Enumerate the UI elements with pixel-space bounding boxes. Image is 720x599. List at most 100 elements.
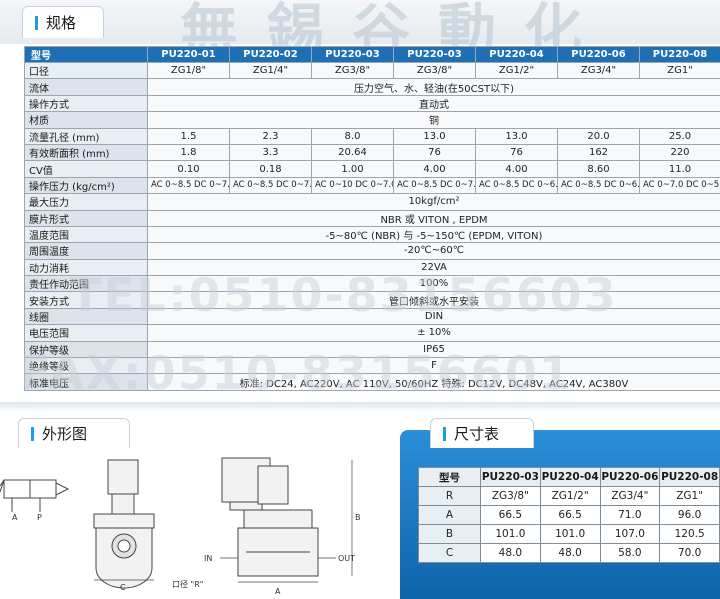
cell-value: 48.0 [480, 543, 541, 563]
cell-value: 13.0 [393, 127, 476, 145]
cell-value: 58.0 [599, 543, 661, 563]
row-label: 标准电压 [24, 373, 148, 391]
tab-spec: 规格 [22, 6, 104, 38]
row-label: C [418, 543, 481, 563]
cell-value: ZG1/2" [475, 61, 558, 80]
table-row: 线圈 DIN [24, 307, 720, 326]
cell-value: 0.18 [229, 160, 312, 178]
spec-header-model: PU220-03 [311, 46, 394, 63]
cell-value: 96.0 [659, 505, 720, 525]
table-row: 膜片形式 NBR 或 VITON , EPDM [24, 209, 720, 227]
dimension-table: 型号 PU220-03 PU220-04 PU220-06 PU220-08 R ZG3/8… [418, 467, 720, 563]
cell-value-span: 标准: DC24, AC220V, AC 110V, 50/60HZ 特殊: D… [147, 373, 720, 391]
cell-value: 120.5 [659, 524, 720, 544]
row-label: 膜片形式 [24, 209, 148, 227]
cell-value: 101.0 [539, 524, 601, 544]
spec-header-model: PU220-04 [475, 46, 558, 63]
row-label: 口径 [24, 61, 148, 80]
cell-value-span: 管口倾斜或水平安装 [147, 291, 720, 309]
spec-table: 型号 PU220-01 PU220-02 PU220-03 PU220-03 PU220-… [24, 46, 720, 391]
table-row: 有效断面积 (mm) 1.8 3.3 20.64 76 76 162 220 [24, 143, 720, 162]
spec-header-model: PU220-01 [147, 46, 230, 63]
tab-accent-bar [31, 426, 34, 441]
cell-value: 70.0 [659, 543, 720, 563]
spec-header-model: PU220-02 [229, 46, 312, 63]
section-divider [0, 402, 720, 412]
row-label: CV值 [24, 160, 148, 178]
cell-value: ZG1/4" [229, 61, 312, 80]
row-label: 温度范围 [24, 225, 148, 244]
cell-value-span: 铜 [147, 111, 720, 129]
cell-value: 20.64 [311, 143, 394, 162]
cell-value: ZG1/8" [147, 61, 230, 80]
cell-value: 4.00 [393, 160, 476, 178]
cell-value: 8.0 [311, 127, 394, 145]
cell-value: 13.0 [475, 127, 558, 145]
table-row: B 101.0 101.0 107.0 120.5 [418, 524, 720, 544]
cell-value: 162 [557, 143, 640, 162]
cell-value: 1.00 [311, 160, 394, 178]
row-label: 线圈 [24, 307, 148, 326]
cell-value: 1.8 [147, 143, 230, 162]
in-label: IN [204, 554, 212, 563]
row-label: 保护等级 [24, 340, 148, 359]
cell-value: 66.5 [480, 505, 541, 525]
cell-value: 25.0 [639, 127, 720, 145]
row-label: R [418, 486, 481, 506]
table-row: 周围温度 -20℃~60℃ [24, 242, 720, 260]
cell-value: ZG1/2" [539, 486, 601, 506]
dim-label-c: C [120, 583, 126, 592]
spec-header-model: PU220-06 [557, 46, 640, 63]
dim-header-row: 型号 PU220-03 PU220-04 PU220-06 PU220-08 [418, 467, 720, 487]
cell-value-span: 压力空气、水、轻油(在50CST以下) [147, 78, 720, 96]
valve-symbol [0, 479, 70, 512]
dim-header-model: PU220-08 [659, 467, 720, 487]
cell-value: 220 [639, 143, 720, 162]
cell-value: AC 0~8.5 DC 0~6.0 [475, 176, 558, 195]
table-row: 流量孔径 (mm) 1.5 2.3 8.0 13.0 13.0 20.0 25.0 [24, 127, 720, 145]
tab-dimension: 尺寸表 [430, 418, 534, 448]
cell-value: AC 0~7.0 DC 0~5.0 [639, 176, 720, 195]
tab-accent-bar [443, 426, 446, 441]
table-row: 责任作动范围 100% [24, 275, 720, 293]
dim-label-b: B [355, 513, 361, 522]
spec-header-model: PU220-03 [393, 46, 476, 63]
dim-header-label: 型号 [418, 467, 481, 487]
table-row: 安装方式 管口倾斜或水平安装 [24, 291, 720, 309]
cell-value: ZG3/4" [599, 486, 661, 506]
out-label: OUT [338, 554, 355, 563]
row-label: 流体 [24, 78, 148, 96]
cell-value: 3.3 [229, 143, 312, 162]
cell-value: AC 0~8.5 DC 0~6.0 [557, 176, 640, 195]
row-label: B [418, 524, 481, 544]
cell-value: 4.00 [475, 160, 558, 178]
cell-value: ZG1" [659, 486, 720, 506]
cell-value: AC 0~8.5 DC 0~7.0 [147, 176, 230, 195]
shape-title: 外形图 [42, 425, 88, 443]
table-row: 操作压力 (kg/cm²) AC 0~8.5 DC 0~7.0 AC 0~8.5 D… [24, 176, 720, 195]
table-row: R ZG3/8" ZG1/2" ZG3/4" ZG1" [418, 486, 720, 506]
cell-value: 71.0 [599, 505, 661, 525]
table-row: A 66.5 66.5 71.0 96.0 [418, 505, 720, 525]
dim-header-model: PU220-04 [539, 467, 601, 487]
dim-header-model: PU220-06 [599, 467, 661, 487]
dim-title: 尺寸表 [454, 425, 500, 443]
row-label: 责任作动范围 [24, 275, 148, 293]
row-label: 操作压力 (kg/cm²) [24, 176, 148, 195]
row-label: 安装方式 [24, 291, 148, 309]
table-row: 操作方式 直动式 [24, 94, 720, 113]
cell-value: 0.10 [147, 160, 230, 178]
row-label: 流量孔径 (mm) [24, 127, 148, 145]
cell-value-span: DIN [147, 307, 720, 326]
valve-outline-drawing: P A C 口径 "R" IN OUT A B [0, 457, 361, 596]
cell-value-span: 100% [147, 275, 720, 293]
cell-value: 76 [475, 143, 558, 162]
table-row: 绝缘等级 F [24, 357, 720, 375]
table-row: 保护等级 IP65 [24, 340, 720, 359]
port-label: 口径 "R" [172, 579, 203, 589]
row-label: A [418, 505, 481, 525]
cell-value-span: ± 10% [147, 324, 720, 342]
cell-value: 20.0 [557, 127, 640, 145]
table-row: 动力消耗 22VA [24, 258, 720, 277]
cell-value: ZG1" [639, 61, 720, 80]
